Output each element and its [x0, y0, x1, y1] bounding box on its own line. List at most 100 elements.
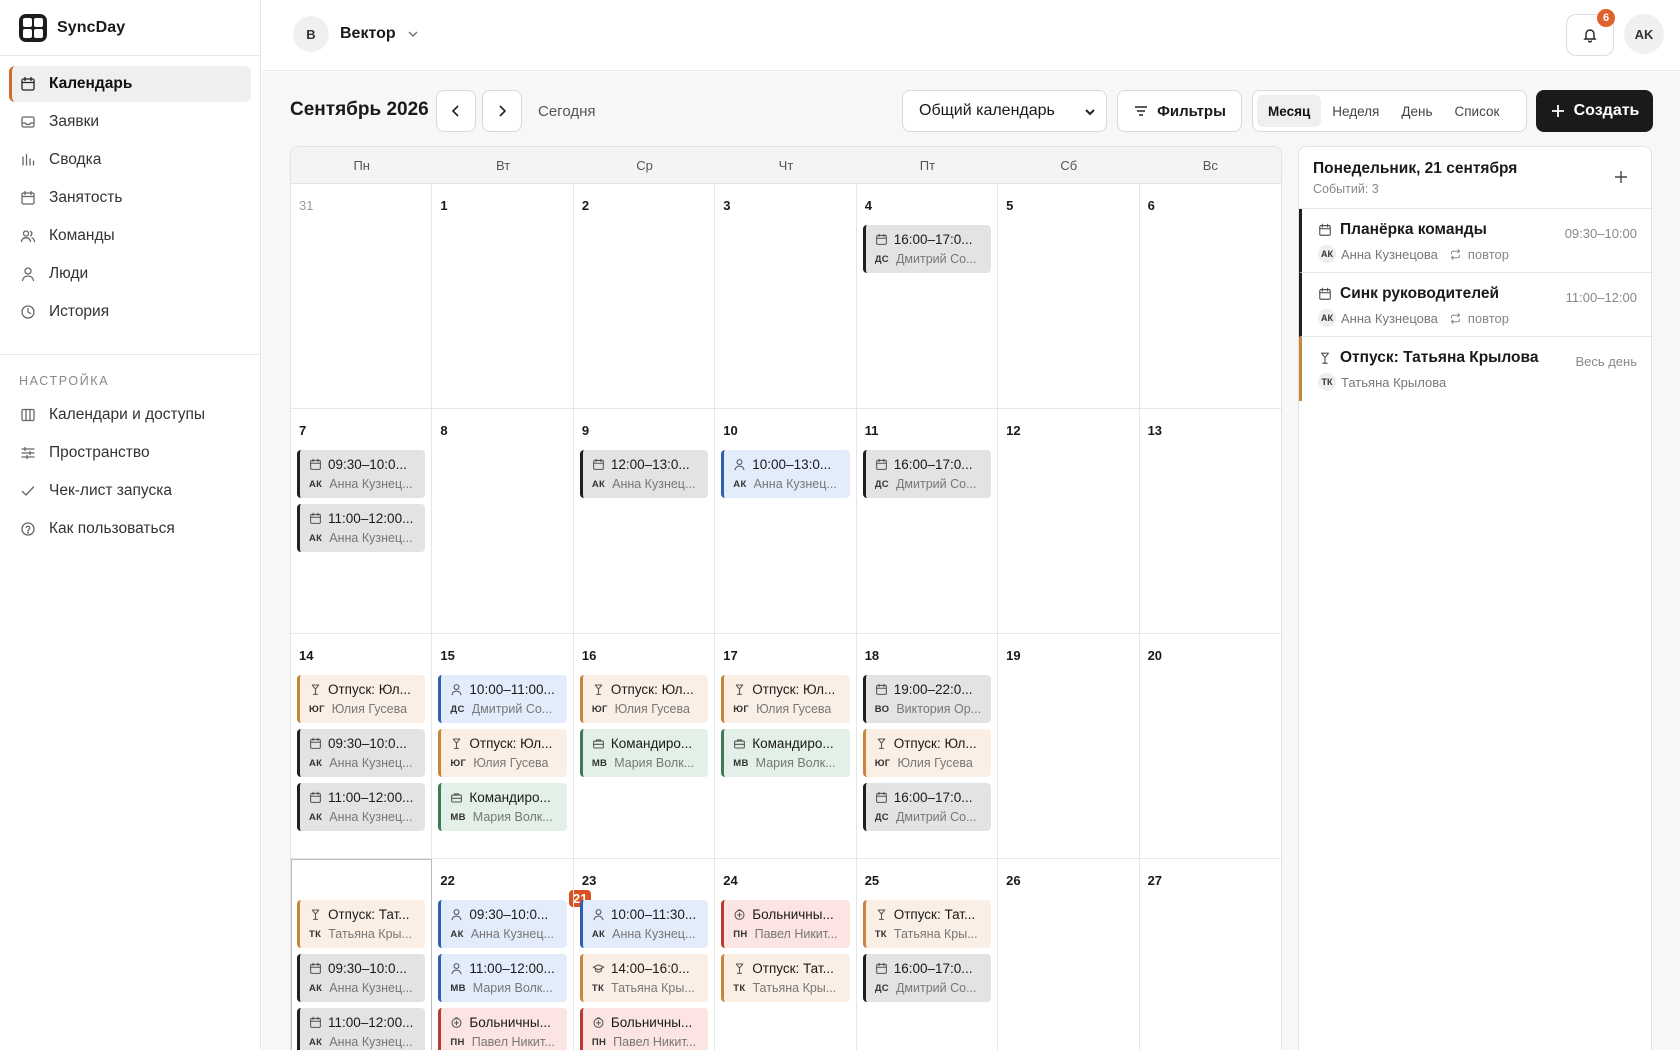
sidebar-item-2[interactable]: Сводка [9, 142, 251, 178]
settings-item-1[interactable]: Пространство [9, 435, 251, 471]
day-cell[interactable]: 4 16:00–17:0... ДС Дмитрий Со... [856, 184, 999, 409]
day-cell[interactable]: 13 [1139, 409, 1281, 634]
event-chip[interactable]: 16:00–17:0... ДС Дмитрий Со... [862, 225, 992, 273]
event-chip[interactable]: Больничны... ПН Павел Никит... [721, 900, 850, 948]
event-chip[interactable]: 11:00–12:00... АК Анна Кузнец... [297, 783, 426, 831]
day-cell[interactable]: 7 09:30–10:0... АК Анна Кузнец... 11:00–12:0… [291, 409, 433, 634]
filters-button[interactable]: Фильтры [1117, 90, 1242, 132]
day-cell[interactable]: 5 [998, 184, 1140, 409]
sidebar-item-6[interactable]: История [9, 294, 251, 330]
day-cell[interactable]: 17 Отпуск: Юл... ЮГ Юлия Гусева Командиро...… [715, 634, 857, 859]
event-chip[interactable]: 10:00–13:0... АК Анна Кузнец... [721, 450, 850, 498]
chevron-right-icon [499, 105, 507, 117]
event-chip[interactable]: 09:30–10:0... АК Анна Кузнец... [297, 450, 426, 498]
event-chip[interactable]: Больничны... ПН Павел Никит... [438, 1008, 567, 1050]
day-cell[interactable]: 16 Отпуск: Юл... ЮГ Юлия Гусева Командиро...… [573, 634, 716, 859]
event-chip[interactable]: 11:00–12:00... АК Анна Кузнец... [297, 504, 426, 552]
event-chip[interactable]: 12:00–13:0... АК Анна Кузнец... [579, 450, 709, 498]
day-cell[interactable]: 12 [998, 409, 1140, 634]
repeat-indicator: повтор [1449, 247, 1509, 262]
event-chip[interactable]: Отпуск: Юл... ЮГ Юлия Гусева [297, 675, 426, 723]
event-chip[interactable]: 09:30–10:0... АК Анна Кузнец... [297, 729, 426, 777]
event-chip[interactable]: 16:00–17:0... ДС Дмитрий Со... [862, 954, 992, 1002]
event-chip[interactable]: Командиро... МВ Мария Волк... [721, 729, 850, 777]
sidebar-item-5[interactable]: Люди [9, 256, 251, 292]
settings-item-2[interactable]: Чек-лист запуска [9, 473, 251, 509]
app-logo[interactable]: SyncDay [0, 0, 260, 56]
settings-item-0[interactable]: Календари и доступы [9, 397, 251, 433]
sidebar-item-1[interactable]: Заявки [9, 104, 251, 140]
day-event-item[interactable]: Отпуск: Татьяна Крылова Весь день ТК Татьян… [1299, 337, 1651, 401]
event-initials: ПН [450, 1036, 465, 1048]
event-chip[interactable]: 09:30–10:0... АК Анна Кузнец... [438, 900, 567, 948]
day-cell[interactable]: 27 [1140, 859, 1281, 1050]
day-cell[interactable]: 26 [998, 859, 1140, 1050]
event-title: Командиро... [752, 735, 834, 751]
sidebar-item-3[interactable]: Занятость [9, 180, 251, 216]
view-tab-0[interactable]: Месяц [1257, 95, 1322, 127]
repeat-icon [1450, 248, 1460, 260]
event-initials: МВ [450, 982, 466, 994]
day-cell[interactable]: 2 [573, 184, 716, 409]
calendar-select[interactable]: Общий календарь [902, 90, 1107, 132]
vacation-icon [736, 684, 744, 695]
event-chip[interactable]: Командиро... МВ Мария Волк... [579, 729, 709, 777]
day-event-item[interactable]: Планёрка команды 09:30–10:00 АК Анна Кузнец… [1299, 209, 1651, 273]
event-chip[interactable]: Отпуск: Тат... ТК Татьяна Кры... [862, 900, 992, 948]
next-month-button[interactable] [482, 90, 522, 132]
notifications-button[interactable]: 6 [1566, 9, 1615, 56]
event-chip[interactable]: Отпуск: Юл... ЮГ Юлия Гусева [579, 675, 709, 723]
event-chip[interactable]: Отпуск: Юл... ЮГ Юлия Гусева [721, 675, 850, 723]
day-cell[interactable]: 19 [998, 634, 1140, 859]
day-cell[interactable]: 23 10:00–11:30... АК Анна Кузнец... 14:00–16… [574, 859, 716, 1050]
day-cell[interactable]: 1 [432, 184, 574, 409]
day-cell[interactable]: 6 [1139, 184, 1281, 409]
day-cell[interactable]: 11 16:00–17:0... ДС Дмитрий Со... [856, 409, 999, 634]
event-chip[interactable]: Командиро... МВ Мария Волк... [438, 783, 567, 831]
event-person: Виктория Ор... [896, 702, 982, 716]
view-tab-3[interactable]: Список [1444, 95, 1511, 127]
day-cell[interactable]: 21 Отпуск: Тат... ТК Татьяна Кры... 09:30–10… [291, 859, 592, 1050]
event-chip[interactable]: 11:00–12:00... АК Анна Кузнец... [297, 1008, 426, 1050]
event-chip[interactable]: Отпуск: Юл... ЮГ Юлия Гусева [862, 729, 992, 777]
user-avatar[interactable]: AK [1624, 14, 1664, 54]
add-event-icon[interactable] [1613, 169, 1629, 185]
event-chip[interactable]: 16:00–17:0... ДС Дмитрий Со... [862, 450, 992, 498]
event-chip[interactable]: Больничны... ПН Павел Никит... [579, 1008, 709, 1050]
event-chip[interactable]: 16:00–17:0... ДС Дмитрий Со... [862, 783, 992, 831]
event-chip[interactable]: 11:00–12:00... МВ Мария Волк... [438, 954, 567, 1002]
workspace-switcher[interactable]: В Вектор [293, 16, 421, 52]
event-chip[interactable]: Отпуск: Тат... ТК Татьяна Кры... [297, 900, 426, 948]
event-chip[interactable]: 14:00–16:0... ТК Татьяна Кры... [579, 954, 709, 1002]
day-cell[interactable]: 20 [1139, 634, 1281, 859]
day-cell[interactable]: 9 12:00–13:0... АК Анна Кузнец... [573, 409, 716, 634]
event-person: Татьяна Кры... [611, 981, 695, 995]
day-cell[interactable]: 31 [291, 184, 433, 409]
today-button[interactable]: Сегодня [538, 103, 596, 120]
event-chip[interactable]: 09:30–10:0... АК Анна Кузнец... [297, 954, 426, 1002]
day-event-item[interactable]: Синк руководителей 11:00–12:00 АК Анна Кузн… [1299, 273, 1651, 337]
event-chip[interactable]: 10:00–11:00... ДС Дмитрий Со... [438, 675, 567, 723]
day-cell[interactable]: 24 Больничны... ПН Павел Никит... Отпуск: Та… [715, 859, 857, 1050]
day-cell[interactable]: 22 09:30–10:0... АК Анна Кузнец... 11:00–12:… [432, 859, 574, 1050]
day-cell[interactable]: 14 Отпуск: Юл... ЮГ Юлия Гусева 09:30–10:0..… [291, 634, 433, 859]
day-cell[interactable]: 8 [432, 409, 574, 634]
settings-item-3[interactable]: Как пользоваться [9, 511, 251, 547]
event-person: Юлия Гусева [897, 756, 973, 770]
sidebar-item-4[interactable]: Команды [9, 218, 251, 254]
day-cell[interactable]: 3 [715, 184, 857, 409]
event-chip[interactable]: 10:00–11:30... АК Анна Кузнец... [579, 900, 709, 948]
day-cell[interactable]: 25 Отпуск: Тат... ТК Татьяна Кры... 16:00–17… [857, 859, 999, 1050]
event-chip[interactable]: Отпуск: Юл... ЮГ Юлия Гусева [438, 729, 567, 777]
event-chip[interactable]: 19:00–22:0... ВО Виктория Ор... [862, 675, 992, 723]
day-cell[interactable]: 18 19:00–22:0... ВО Виктория Ор... Отпуск: Ю… [856, 634, 999, 859]
create-button[interactable]: Создать [1536, 90, 1653, 132]
event-person: Татьяна Кры... [752, 981, 837, 995]
prev-month-button[interactable] [436, 90, 476, 132]
sidebar-item-0[interactable]: Календарь [9, 66, 251, 102]
view-tab-2[interactable]: День [1390, 95, 1443, 127]
view-tab-1[interactable]: Неделя [1321, 95, 1390, 127]
event-chip[interactable]: Отпуск: Тат... ТК Татьяна Кры... [721, 954, 850, 1002]
day-cell[interactable]: 15 10:00–11:00... ДС Дмитрий Со... Отпуск: Ю… [432, 634, 574, 859]
day-cell[interactable]: 10 10:00–13:0... АК Анна Кузнец... [715, 409, 857, 634]
